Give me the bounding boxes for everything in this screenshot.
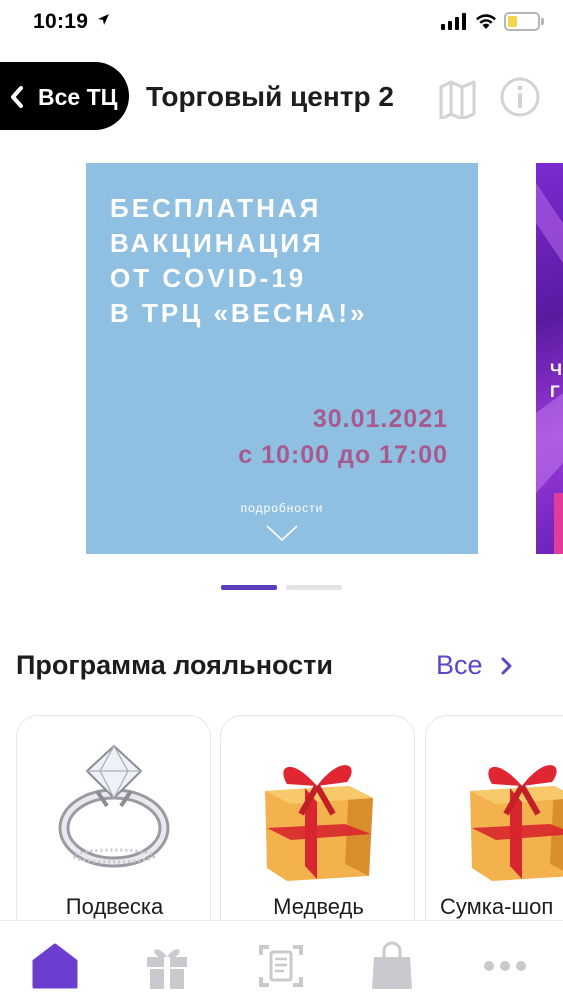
back-button-label: Все ТЦ (38, 84, 118, 110)
map-icon[interactable] (438, 77, 478, 119)
loyalty-card[interactable]: Сумка-шоп (425, 715, 563, 945)
banner-heading-line: ВАКЦИНАЦИЯ (110, 228, 324, 258)
promo-banner[interactable]: БЕСПЛАТНАЯ ВАКЦИНАЦИЯ ОТ COVID-19 В ТРЦ … (86, 163, 478, 554)
banner-heading: БЕСПЛАТНАЯ ВАКЦИНАЦИЯ ОТ COVID-19 В ТРЦ … (110, 191, 470, 331)
banner-time: с 10:00 до 17:00 (238, 441, 448, 469)
next-banner-text: Ч Г (550, 360, 562, 401)
gift-icon[interactable] (137, 941, 197, 991)
loyalty-card-label: Подвеска (65, 894, 164, 919)
banner-more-link[interactable]: подробности (86, 501, 478, 515)
loyalty-card[interactable]: Медведь (220, 715, 415, 945)
gift-box-icon (470, 765, 563, 881)
loyalty-card[interactable]: Подвеска (16, 715, 211, 945)
gift-box-icon (265, 765, 373, 881)
bottom-tab-bar (0, 920, 563, 1000)
loyalty-card-label: Медведь (273, 894, 364, 919)
banner-heading-line: В ТРЦ «ВЕСНА!» (110, 298, 368, 328)
more-icon[interactable] (475, 941, 535, 991)
wifi-icon (476, 14, 496, 29)
back-button[interactable]: Все ТЦ (0, 62, 129, 130)
scan-receipt-icon[interactable] (251, 941, 311, 991)
shopping-bag-icon[interactable] (362, 941, 422, 991)
banner-heading-line: БЕСПЛАТНАЯ (110, 193, 322, 223)
chevron-right-icon[interactable] (500, 656, 514, 676)
battery-level (508, 16, 517, 27)
cellular-signal-icon (441, 13, 466, 30)
see-all-link[interactable]: Все (436, 650, 483, 681)
page-title: Торговый центр 2 (146, 81, 394, 112)
info-icon[interactable] (499, 76, 541, 118)
section-title-loyalty: Программа лояльности (16, 650, 333, 680)
battery-tip (541, 18, 544, 25)
location-arrow-icon (98, 14, 109, 25)
chevron-down-icon[interactable] (264, 523, 300, 543)
home-icon[interactable] (25, 941, 85, 991)
ring-icon (58, 744, 170, 868)
carousel-dot[interactable] (286, 585, 342, 590)
status-time: 10:19 (33, 10, 89, 33)
loyalty-card-label: Сумка-шоп (440, 894, 554, 919)
banner-date: 30.01.2021 (312, 405, 448, 433)
banner-heading-line: ОТ COVID-19 (110, 263, 307, 293)
battery-icon (504, 12, 540, 31)
carousel-dot-active[interactable] (221, 585, 277, 590)
next-banner-preview[interactable]: Ч Г (536, 163, 563, 554)
status-bar: 10:19 (0, 0, 563, 44)
chevron-left-icon (11, 86, 23, 108)
